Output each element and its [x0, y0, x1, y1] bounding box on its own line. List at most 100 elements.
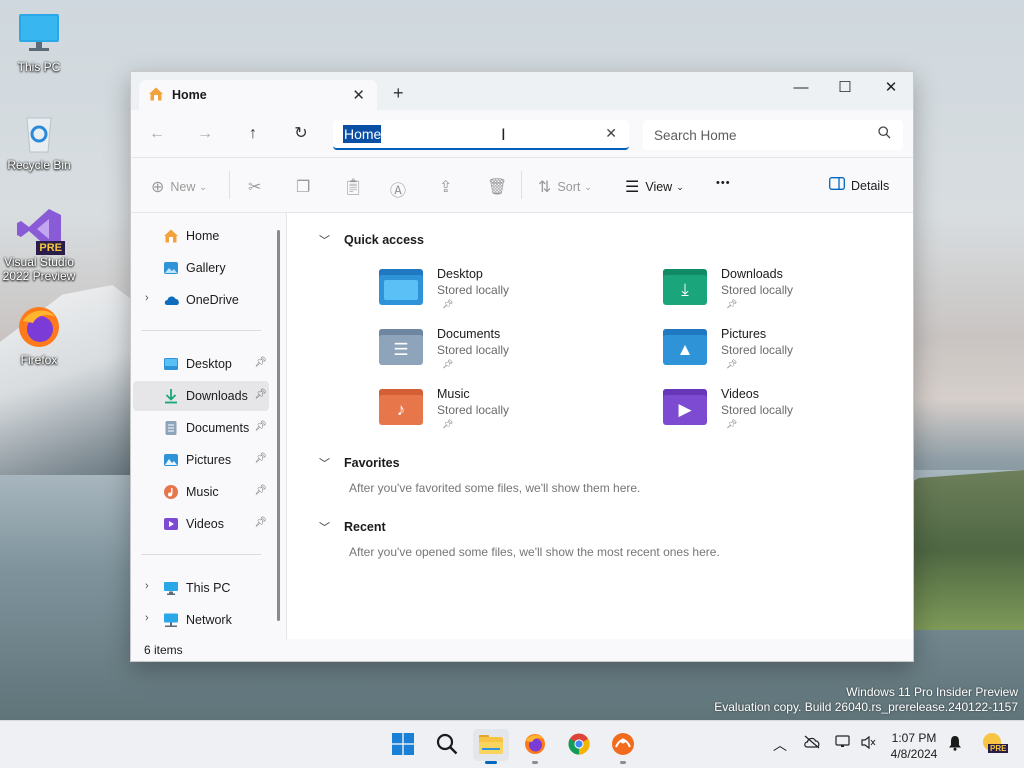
sidebar-item-gallery[interactable]: Gallery: [133, 253, 269, 283]
search-icon: [436, 733, 458, 758]
videos-folder-icon: ▶: [663, 389, 707, 425]
sidebar-item-this-pc[interactable]: › This PC: [133, 573, 269, 603]
taskbar: ︿ 1:07 PM 4/8/2024 PRE: [0, 720, 1024, 768]
item-name: Documents: [437, 327, 501, 341]
pin-icon[interactable]: 📌︎: [254, 453, 267, 464]
pin-icon[interactable]: 📌︎: [254, 421, 267, 432]
sidebar-item-downloads[interactable]: Downloads 📌︎: [133, 381, 269, 411]
recycle-bin-icon: [15, 108, 63, 156]
chevron-down-icon: ﹀: [319, 522, 330, 534]
network-icon: [163, 612, 181, 628]
paste-button[interactable]: 📋︎: [343, 177, 369, 197]
taskbar-search-button[interactable]: [429, 729, 465, 761]
sidebar-scrollbar[interactable]: [277, 230, 280, 621]
tab-home[interactable]: Home ✕: [139, 80, 377, 110]
view-button[interactable]: ☰ View ⌄: [625, 177, 684, 197]
close-tab-icon[interactable]: ✕: [352, 86, 365, 104]
recent-empty-message: After you've opened some files, we'll sh…: [349, 545, 720, 559]
sidebar-item-onedrive[interactable]: › OneDrive: [133, 285, 269, 315]
sidebar-item-videos[interactable]: Videos 📌︎: [133, 509, 269, 539]
quick-access-item-desktop[interactable]: Desktop Stored locally 📌︎: [379, 267, 639, 319]
home-icon: [148, 86, 164, 105]
desktop-icon-label: Firefox: [20, 353, 58, 367]
delete-button[interactable]: 🗑︎: [487, 177, 513, 197]
close-window-button[interactable]: ✕: [871, 76, 911, 102]
quick-access-item-music[interactable]: ♪ Music Stored locally 📌︎: [379, 387, 639, 439]
recent-header[interactable]: ﹀ Recent: [319, 519, 386, 535]
desktop-icon-recycle-bin[interactable]: Recycle Bin: [1, 108, 77, 172]
title-bar: Home ✕ + — ☐ ✕: [131, 72, 913, 110]
maximize-button[interactable]: ☐: [825, 76, 865, 102]
pin-icon[interactable]: 📌︎: [254, 517, 267, 528]
status-bar: 6 items: [131, 639, 913, 661]
chevron-right-icon[interactable]: ›: [145, 612, 149, 624]
chevron-right-icon[interactable]: ›: [145, 580, 149, 592]
onedrive-offline-icon[interactable]: [803, 735, 821, 752]
show-hidden-icons-chevron-icon[interactable]: ︿: [773, 735, 787, 755]
rename-button[interactable]: Ⓐ: [390, 177, 412, 201]
insider-preview-icon[interactable]: PRE: [980, 731, 1009, 760]
quick-access-item-videos[interactable]: ▶ Videos Stored locally 📌︎: [663, 387, 923, 439]
firefox-icon: [15, 303, 63, 351]
notification-bell-icon[interactable]: [948, 735, 962, 754]
command-bar: ⊕ New ⌄ ✂ ❐ 📋︎ Ⓐ ⇪ 🗑︎ ⇅ Sort ⌄ ☰ View ⌄ …: [131, 158, 913, 213]
sidebar-item-music[interactable]: Music 📌︎: [133, 477, 269, 507]
details-button[interactable]: Details: [829, 177, 889, 195]
sidebar-divider: [141, 330, 261, 331]
plus-circle-icon: ⊕: [151, 179, 165, 196]
preview-badge: PRE: [36, 241, 65, 255]
file-explorer-window: Home ✕ + — ☐ ✕ ← → ↑ ↻ Home I ✕ Search H…: [130, 71, 914, 662]
pin-icon[interactable]: 📌︎: [254, 357, 267, 368]
quick-access-item-pictures[interactable]: ▲ Pictures Stored locally 📌︎: [663, 327, 923, 379]
clock[interactable]: 1:07 PM 4/8/2024: [888, 730, 940, 762]
share-button[interactable]: ⇪: [439, 177, 458, 197]
favorites-header[interactable]: ﹀ Favorites: [319, 455, 400, 471]
view-list-icon: ☰: [625, 179, 640, 196]
pin-icon[interactable]: 📌︎: [254, 485, 267, 496]
search-input[interactable]: Search Home: [643, 120, 903, 150]
item-name: Pictures: [721, 327, 767, 341]
new-tab-button[interactable]: +: [393, 83, 404, 104]
taskbar-chrome[interactable]: [561, 729, 597, 761]
desktop-icon-firefox[interactable]: Firefox: [1, 303, 77, 367]
back-button[interactable]: ←: [143, 122, 171, 146]
chevron-down-icon: ﹀: [319, 458, 330, 470]
sort-button[interactable]: ⇅ Sort ⌄: [538, 177, 592, 197]
taskbar-firefox[interactable]: [517, 729, 553, 764]
refresh-button[interactable]: ↻: [287, 122, 315, 146]
address-input[interactable]: Home I ✕: [333, 120, 629, 150]
forward-button[interactable]: →: [191, 122, 219, 146]
sidebar-divider: [141, 554, 261, 555]
quick-access-header[interactable]: ﹀ Quick access: [319, 232, 424, 248]
chevron-right-icon[interactable]: ›: [145, 292, 149, 304]
taskbar-app[interactable]: [605, 729, 641, 764]
sidebar-item-documents[interactable]: Documents 📌︎: [133, 413, 269, 443]
item-location: Stored locally: [437, 403, 510, 417]
sidebar-item-pictures[interactable]: Pictures 📌︎: [133, 445, 269, 475]
see-more-button[interactable]: •••: [716, 177, 731, 189]
sidebar-item-label: Music: [186, 485, 219, 499]
desktop-icon-visual-studio[interactable]: PRE Visual Studio 2022 Preview: [1, 205, 77, 283]
volume-muted-icon[interactable]: [860, 735, 876, 753]
cut-button[interactable]: ✂: [248, 177, 267, 197]
network-status-icon[interactable]: [835, 735, 853, 753]
sidebar-item-desktop[interactable]: Desktop 📌︎: [133, 349, 269, 379]
start-button[interactable]: [385, 729, 421, 761]
new-button[interactable]: ⊕ New ⌄: [151, 177, 207, 197]
clear-address-icon[interactable]: ✕: [605, 125, 617, 142]
sidebar-item-home[interactable]: Home: [133, 221, 269, 251]
pin-icon[interactable]: 📌︎: [254, 389, 267, 400]
sidebar-item-label: Desktop: [186, 357, 232, 371]
desktop-icon-this-pc[interactable]: This PC: [1, 10, 77, 74]
copy-button[interactable]: ❐: [296, 177, 316, 197]
quick-access-item-documents[interactable]: ☰ Documents Stored locally 📌︎: [379, 327, 639, 379]
app-icon: [611, 732, 635, 759]
taskbar-file-explorer[interactable]: [473, 729, 509, 764]
item-count: 6 items: [144, 643, 183, 657]
sidebar-item-network[interactable]: › Network: [133, 605, 269, 635]
download-arrow-icon: [163, 388, 181, 404]
quick-access-item-downloads[interactable]: ⤓ Downloads Stored locally 📌︎: [663, 267, 923, 319]
minimize-button[interactable]: —: [781, 76, 821, 102]
sidebar-item-label: Videos: [186, 517, 224, 531]
up-button[interactable]: ↑: [239, 122, 267, 146]
